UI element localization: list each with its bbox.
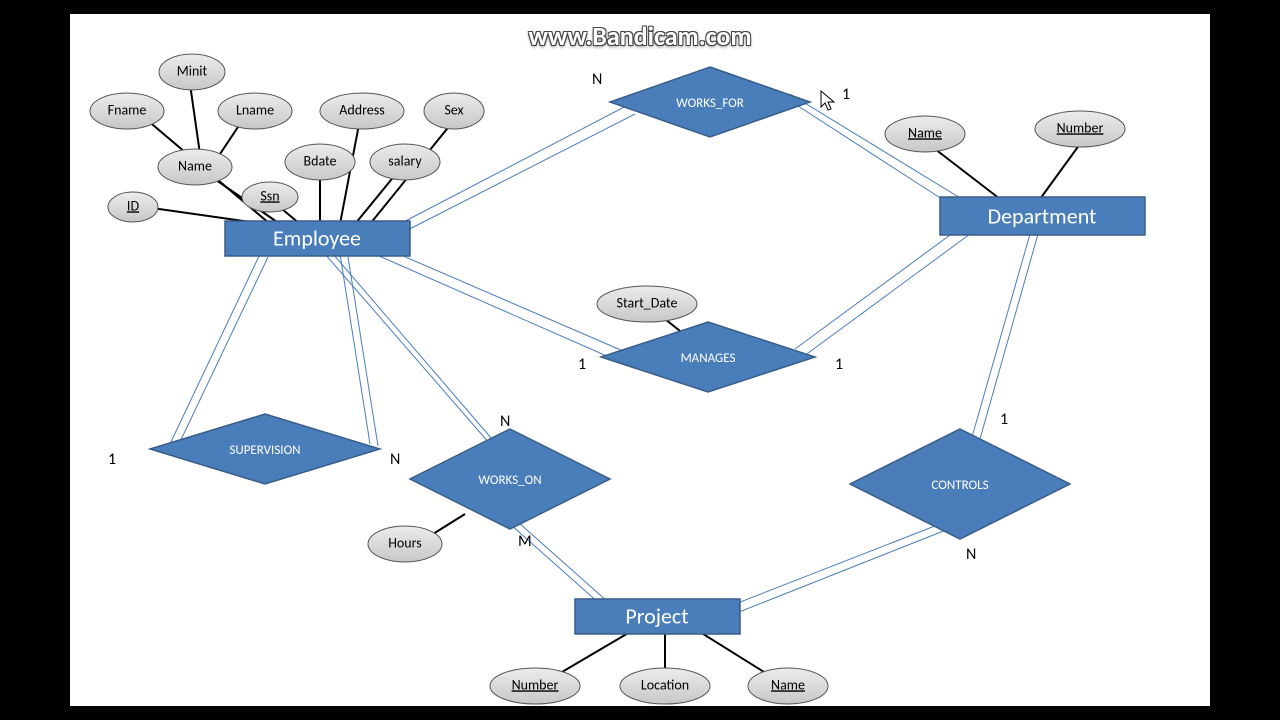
svg-text:Start_Date: Start_Date [617,294,678,311]
attr-name-emp: Name [158,149,232,185]
attr-address: Address [320,93,404,129]
attr-fname: Fname [90,93,164,129]
attr-minit: Minit [159,54,225,90]
svg-text:Sex: Sex [444,101,463,118]
svg-text:Address: Address [339,101,384,118]
svg-text:Name: Name [908,124,942,141]
attr-dept-number: Number [1035,111,1125,147]
diagram-canvas: Employee Department Project WORKS_FOR MA… [70,14,1210,706]
svg-text:Hours: Hours [388,534,422,551]
card-superv-n: N [390,450,400,469]
rel-works-for-label: WORKS_FOR [676,96,744,111]
attr-dept-name: Name [885,116,965,152]
rel-manages-label: MANAGES [681,351,736,366]
svg-text:Number: Number [1057,119,1104,136]
attr-sex: Sex [424,93,484,129]
rel-controls: CONTROLS [850,429,1070,539]
card-workson-m: M [518,532,532,551]
card-workson-n: N [500,412,510,431]
svg-text:Name: Name [178,157,212,174]
svg-text:Fname: Fname [108,101,147,118]
rel-manages: MANAGES [601,322,815,392]
attr-proj-location: Location [620,668,710,704]
card-superv-1: 1 [108,450,116,469]
rel-supervision: SUPERVISION [150,414,380,484]
entity-department: Department [940,197,1145,235]
entity-employee-label: Employee [273,224,361,251]
attr-salary: salary [370,144,440,180]
rel-controls-label: CONTROLS [931,478,988,493]
er-diagram: Employee Department Project WORKS_FOR MA… [70,14,1210,706]
svg-text:Bdate: Bdate [303,152,336,169]
svg-text:salary: salary [388,152,422,169]
card-works-for-n: N [592,70,602,89]
rel-works-on: WORKS_ON [410,429,610,529]
attr-id: ID [108,192,158,222]
entity-project-label: Project [625,602,688,629]
attr-proj-name: Name [748,668,828,704]
svg-text:Ssn: Ssn [260,187,279,204]
svg-text:ID: ID [127,197,140,214]
entity-project: Project [575,599,740,634]
svg-text:Location: Location [641,676,689,693]
svg-text:Name: Name [771,676,805,693]
attr-lname: Lname [218,93,292,129]
attr-lines [140,84,1080,682]
card-works-for-1: 1 [842,85,850,104]
attr-bdate: Bdate [285,144,355,180]
entity-department-label: Department [988,202,1097,229]
card-manages-l: 1 [578,355,586,374]
attr-start-date: Start_Date [597,286,697,322]
entity-employee: Employee [225,221,410,256]
attr-hours: Hours [368,526,442,562]
attr-proj-number: Number [490,668,580,704]
card-manages-r: 1 [835,355,843,374]
svg-text:Lname: Lname [236,101,274,118]
rel-works-on-label: WORKS_ON [478,473,541,488]
attr-ssn: Ssn [242,182,298,212]
card-controls-n: N [966,545,976,564]
rel-supervision-label: SUPERVISION [229,443,300,458]
rel-works-for: WORKS_FOR [610,67,810,137]
svg-text:Minit: Minit [177,62,208,79]
card-controls-1: 1 [1000,410,1008,429]
svg-text:Number: Number [512,676,559,693]
